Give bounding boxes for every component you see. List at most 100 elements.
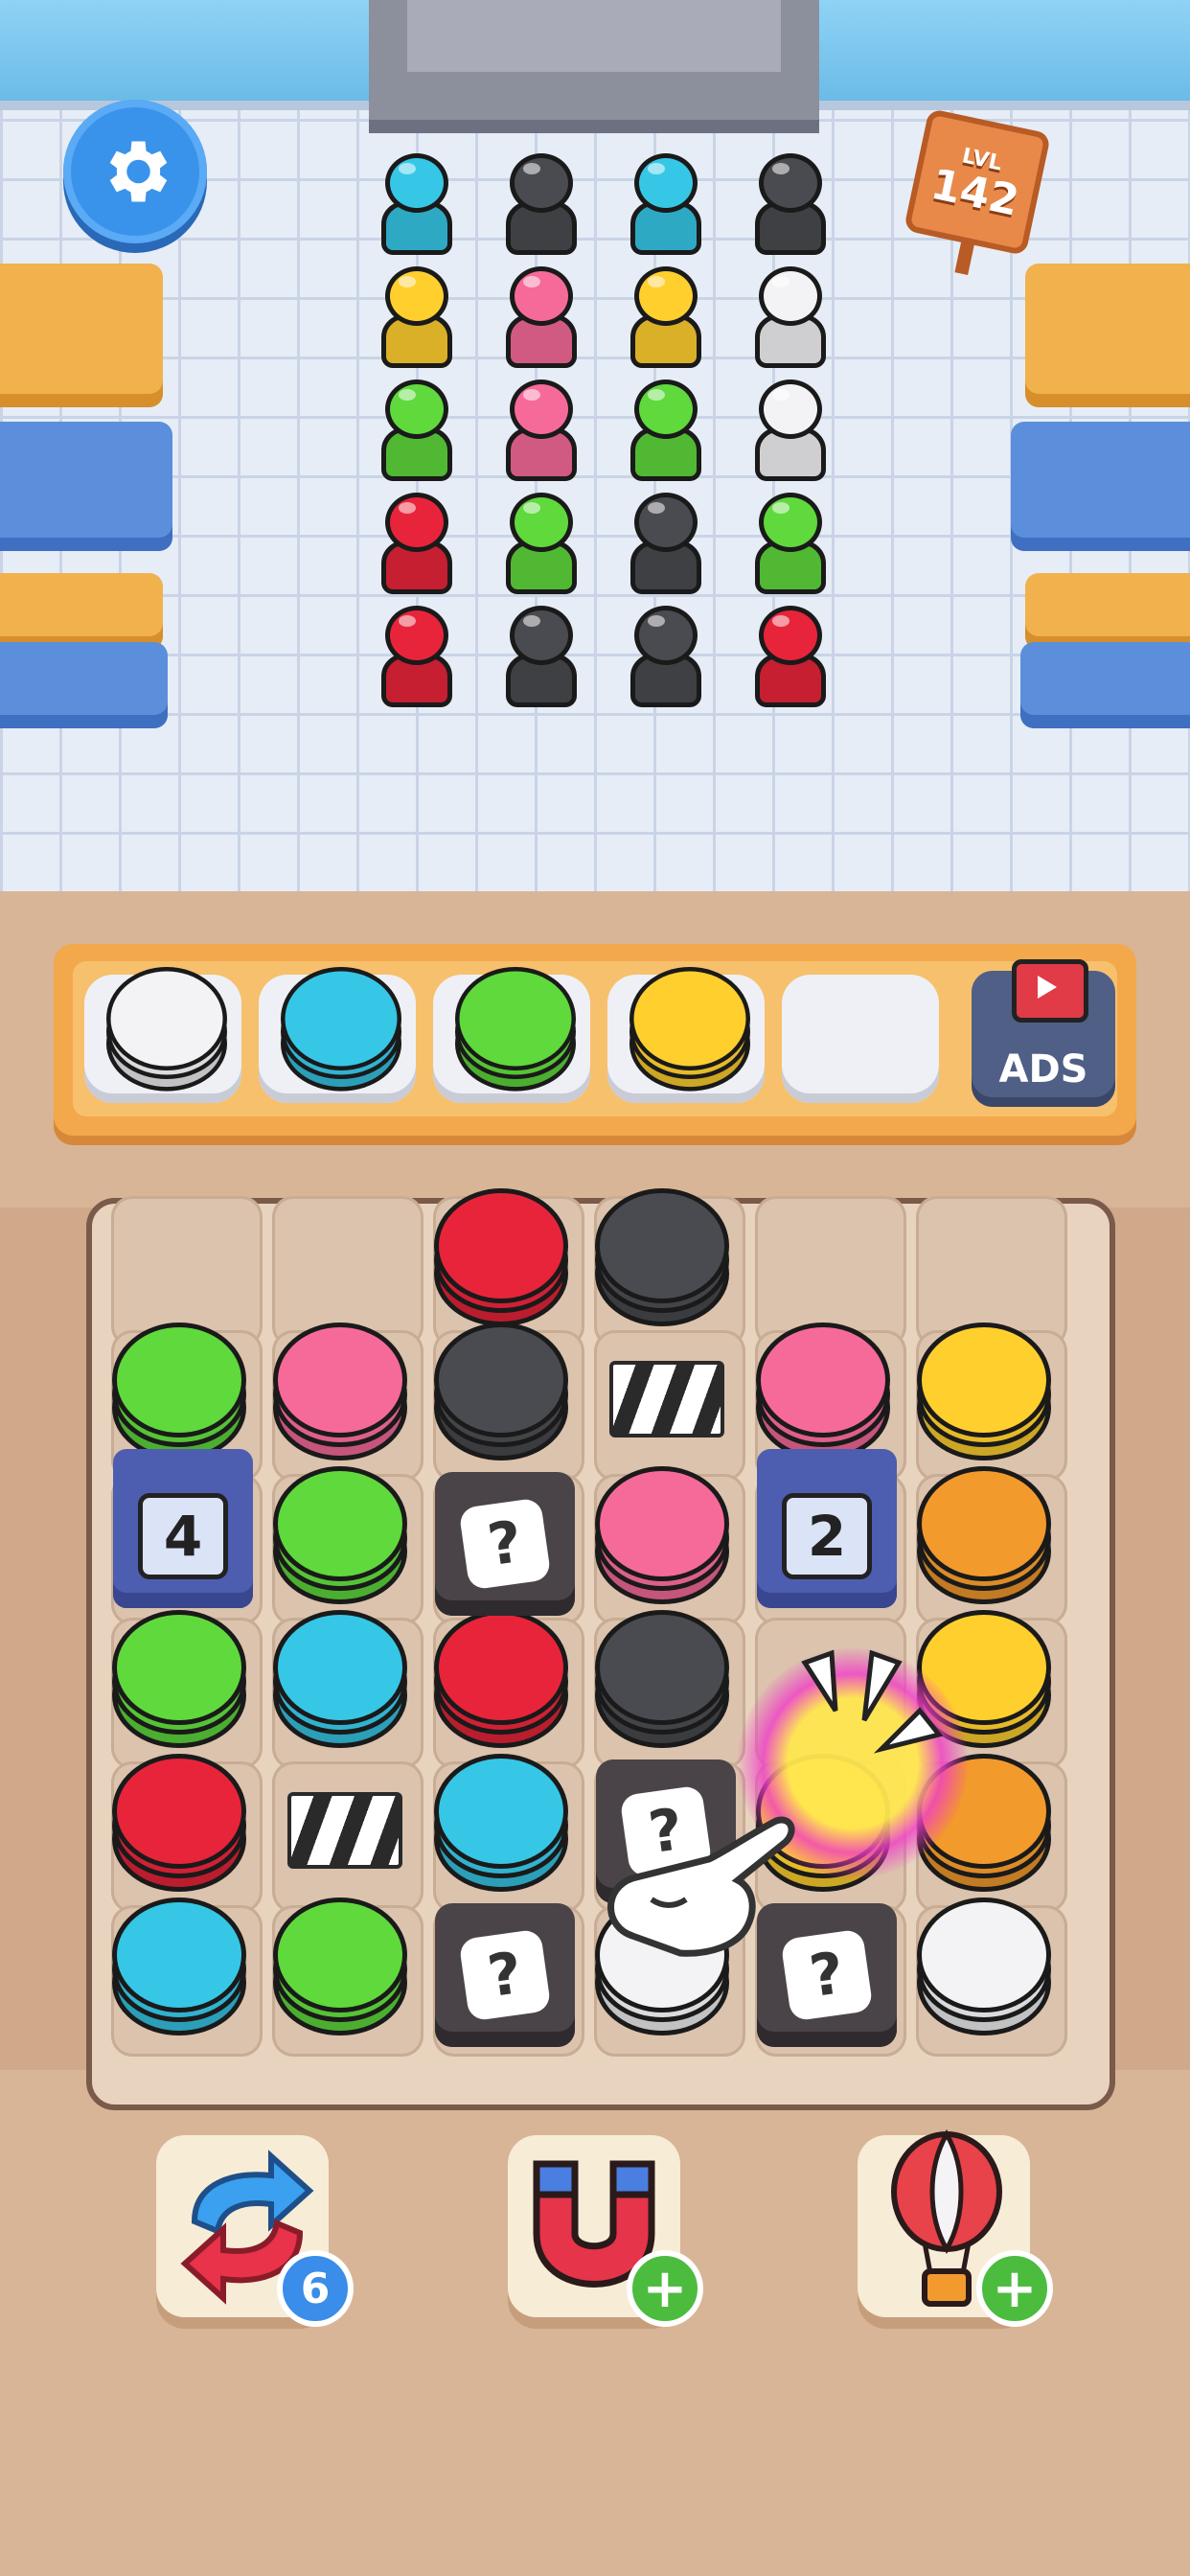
tray-slot[interactable]	[84, 967, 241, 1103]
cake-tile[interactable]	[429, 1610, 573, 1763]
tray-slot[interactable]	[782, 975, 939, 1103]
pink-cake	[595, 1466, 729, 1610]
cake-tile[interactable]	[268, 1898, 412, 2051]
customer-queue	[738, 153, 843, 719]
tray-slot[interactable]	[607, 967, 765, 1103]
customer-figure	[738, 266, 843, 380]
tray-cake	[450, 967, 576, 1092]
locked-box[interactable]: 2	[757, 1449, 897, 1608]
mystery-question-mark: ?	[458, 1497, 552, 1591]
cake-tile[interactable]	[268, 1466, 412, 1620]
customer-figure	[738, 153, 843, 266]
locked-box-count: 2	[782, 1493, 872, 1579]
cake-tile[interactable]	[268, 1322, 412, 1476]
locked-box[interactable]: 4	[113, 1449, 253, 1608]
cake-tile[interactable]	[268, 1610, 412, 1763]
ads-label: ADS	[998, 1047, 1088, 1092]
cake-tile[interactable]	[107, 1898, 251, 2051]
balloon-booster-button[interactable]: +	[858, 2129, 1053, 2327]
customer-figure	[364, 493, 469, 606]
entrance-door	[369, 0, 819, 133]
cake-tile[interactable]	[912, 1898, 1056, 2051]
counter-right-low	[1025, 573, 1190, 650]
white-cake	[917, 1898, 1051, 2041]
orange-cake	[917, 1466, 1051, 1610]
cake-tile[interactable]	[429, 1754, 573, 1907]
cake-tile[interactable]	[590, 1466, 734, 1620]
cake-tile[interactable]	[107, 1610, 251, 1763]
customer-queue	[489, 153, 594, 719]
red-cake	[434, 1610, 568, 1754]
balloon-add-badge[interactable]: +	[976, 2250, 1053, 2327]
magnet-add-badge[interactable]: +	[627, 2250, 703, 2327]
counter-right-mid	[1011, 422, 1190, 551]
customer-figure	[489, 266, 594, 380]
mystery-question-mark: ?	[458, 1928, 552, 2022]
white-cake	[106, 967, 227, 1096]
cake-tile[interactable]	[590, 1610, 734, 1763]
red-cake	[434, 1188, 568, 1332]
ads-slot-button[interactable]: ADS	[972, 959, 1115, 1107]
striped-barrier	[609, 1361, 724, 1438]
cake-grid: ???? 4 2	[107, 1188, 1075, 2060]
red-cake	[112, 1754, 246, 1898]
magnet-booster-button[interactable]: +	[508, 2135, 703, 2327]
mystery-block[interactable]: ?	[435, 1903, 575, 2047]
level-sign: LVL 142	[903, 107, 1052, 257]
tap-sparkle-icon	[801, 1649, 944, 1754]
gear-icon	[109, 141, 168, 202]
settings-button[interactable]	[63, 100, 207, 243]
window-left	[0, 0, 369, 110]
customer-figure	[489, 493, 594, 606]
black-cake	[595, 1610, 729, 1754]
customer-figure	[364, 606, 469, 719]
customer-figure	[613, 493, 719, 606]
black-cake	[595, 1188, 729, 1332]
tray-slot[interactable]	[433, 967, 590, 1103]
tutorial-hand-icon	[607, 1816, 795, 1957]
customer-figure	[613, 380, 719, 493]
mystery-block[interactable]: ?	[435, 1472, 575, 1616]
counter-right-top	[1025, 264, 1190, 407]
yellow-cake	[629, 967, 750, 1096]
customer-figure	[489, 153, 594, 266]
cake-tile[interactable]	[912, 1466, 1056, 1620]
tray-cake	[625, 967, 750, 1092]
striped-barrier	[287, 1792, 402, 1869]
green-cake	[273, 1466, 407, 1610]
customer-figure	[738, 606, 843, 719]
cyan-cake	[273, 1610, 407, 1754]
black-cake	[434, 1322, 568, 1466]
cake-tile[interactable]	[429, 1322, 573, 1476]
counter-right-bottom	[1020, 642, 1190, 728]
yellow-cake	[917, 1322, 1051, 1466]
customer-figure	[364, 153, 469, 266]
cake-tile[interactable]	[590, 1188, 734, 1342]
customer-figure	[613, 266, 719, 380]
customer-queue	[613, 153, 719, 719]
customer-figure	[738, 380, 843, 493]
cyan-cake	[281, 967, 401, 1096]
customer-figure	[613, 606, 719, 719]
customer-figure	[613, 153, 719, 266]
cake-tile[interactable]	[429, 1188, 573, 1342]
locked-box-count: 4	[138, 1493, 228, 1579]
magnet-badge-label: +	[642, 2257, 688, 2320]
shuffle-booster-button[interactable]: 6	[156, 2135, 354, 2327]
pink-cake	[273, 1322, 407, 1466]
window-right	[819, 0, 1190, 110]
counter-left-bottom	[0, 642, 168, 728]
shuffle-count-badge: 6	[277, 2250, 354, 2327]
green-cake	[273, 1898, 407, 2041]
cake-tile[interactable]	[912, 1322, 1056, 1476]
customer-figure	[364, 380, 469, 493]
cake-tile[interactable]	[107, 1754, 251, 1907]
customer-figure	[364, 266, 469, 380]
tray-cake	[276, 967, 401, 1092]
shuffle-count: 6	[300, 2264, 331, 2313]
counter-left-low	[0, 573, 163, 650]
cake-tray: ADS	[54, 944, 1136, 1136]
tv-play-icon	[1012, 959, 1088, 1023]
tray-slot[interactable]	[259, 967, 416, 1103]
customer-queue	[364, 153, 469, 719]
